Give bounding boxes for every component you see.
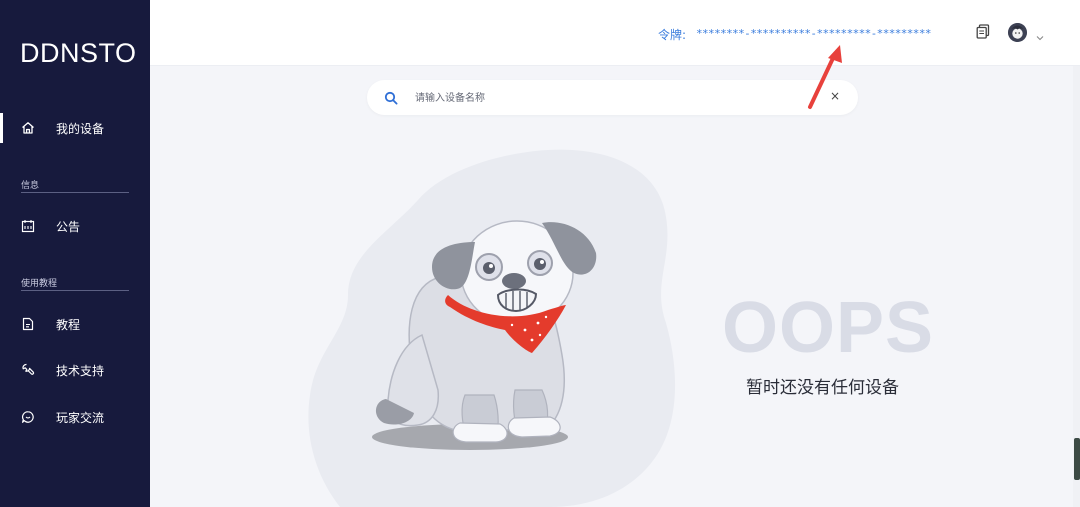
sidebar-item-label: 玩家交流 <box>56 410 105 425</box>
section-label-tutorials: 使用教程 <box>21 279 58 289</box>
user-avatar[interactable] <box>1008 23 1027 42</box>
token-value[interactable]: ********-**********-*********-********* <box>696 27 931 40</box>
logo: DDNSTO <box>20 38 137 68</box>
empty-state-illustration <box>308 149 676 507</box>
top-bar: 令牌: ********-**********-*********-******… <box>150 0 1080 66</box>
search-input[interactable] <box>415 88 795 108</box>
search-icon <box>384 90 398 105</box>
sidebar-item-support[interactable]: 技术支持 <box>0 355 150 385</box>
scrollbar-thumb[interactable] <box>1074 438 1080 480</box>
empty-state-title: OOPS <box>722 288 935 368</box>
sidebar-item-announcements[interactable]: 公告 <box>0 211 150 241</box>
sidebar-item-community[interactable]: 玩家交流 <box>0 402 150 432</box>
clear-search-button[interactable]: × <box>828 89 842 105</box>
empty-state-message: 暂时还没有任何设备 <box>746 378 899 398</box>
sidebar: DDNSTO 我的设备 信息 公告 使用教程 教程 技术支持 玩家交流 <box>0 0 150 507</box>
home-icon <box>21 121 35 135</box>
sidebar-item-my-devices[interactable]: 我的设备 <box>0 113 150 143</box>
calendar-icon <box>21 219 35 233</box>
sidebar-item-label: 教程 <box>56 317 81 332</box>
section-divider <box>21 192 129 193</box>
chat-icon <box>21 410 35 424</box>
sidebar-item-label: 我的设备 <box>56 121 105 136</box>
sidebar-item-tutorial[interactable]: 教程 <box>0 309 150 339</box>
wrench-icon <box>21 363 35 377</box>
chevron-down-icon[interactable] <box>1035 28 1045 41</box>
sidebar-item-label: 公告 <box>56 219 81 234</box>
token-label: 令牌: <box>658 28 687 42</box>
search-bar: × <box>367 80 858 115</box>
sidebar-item-label: 技术支持 <box>56 363 105 378</box>
document-icon <box>21 317 35 331</box>
copy-icon[interactable] <box>976 24 990 40</box>
scrollbar[interactable] <box>1073 66 1080 507</box>
section-divider <box>21 290 129 291</box>
section-label-info: 信息 <box>21 181 40 191</box>
